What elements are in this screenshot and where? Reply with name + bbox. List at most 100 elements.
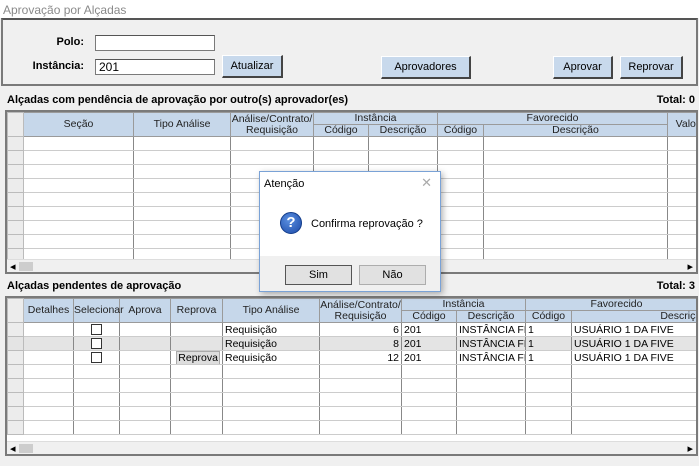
table-row[interactable]: Requisição6201INSTÂNCIA FIVE1USUÁRIO 1 D…	[7, 322, 696, 337]
close-icon[interactable]: ✕	[421, 175, 432, 191]
scroll-thumb[interactable]	[19, 444, 33, 453]
scroll-thumb[interactable]	[19, 262, 33, 271]
window-title: Aprovação por Alçadas	[3, 3, 127, 17]
table-cell	[119, 350, 171, 365]
col-aprova[interactable]: Aprova	[119, 298, 171, 323]
table-cell	[401, 378, 457, 393]
scroll-left-icon[interactable]: ◂	[10, 260, 16, 272]
table-cell	[23, 392, 74, 407]
table-cell	[23, 136, 134, 151]
table-cell	[437, 206, 484, 221]
table-cell	[401, 364, 457, 379]
polo-input[interactable]	[95, 35, 215, 51]
scroll-right-icon[interactable]: ▸	[687, 442, 693, 454]
cell-fav-desc: USUÁRIO 1 DA FIVE	[570, 322, 696, 337]
table-row[interactable]	[7, 150, 696, 165]
table-cell	[133, 150, 231, 165]
table-cell	[7, 364, 24, 379]
table-row[interactable]: ReprovaRequisição12201INSTÂNCIA FIVE1USU…	[7, 350, 696, 365]
col-secao[interactable]: Seção	[23, 112, 134, 137]
table-cell	[73, 322, 120, 337]
col-inst-desc[interactable]: Descrição	[368, 124, 438, 137]
cell-inst-codigo: 201	[401, 322, 457, 337]
col-inst-desc[interactable]: Descrição	[456, 310, 526, 323]
table-row[interactable]	[7, 378, 696, 393]
table-cell	[667, 220, 696, 235]
table-cell	[7, 192, 24, 207]
table-cell	[7, 336, 24, 351]
table-cell	[437, 220, 484, 235]
table-cell	[230, 136, 314, 151]
table-cell	[133, 164, 231, 179]
table-cell	[222, 364, 320, 379]
table-cell	[313, 136, 369, 151]
aprovadores-button[interactable]: Aprovadores	[381, 56, 471, 79]
table-cell	[456, 420, 526, 435]
scroll-right-icon[interactable]: ▸	[687, 260, 693, 272]
col-tipo[interactable]: Tipo Análise	[133, 112, 231, 137]
table-cell	[7, 234, 24, 249]
reprovar-button[interactable]: Reprovar	[620, 56, 683, 79]
col-analise[interactable]: Análise/Contrato/ Requisição	[230, 112, 314, 137]
table-row[interactable]	[7, 136, 696, 151]
instancia-input[interactable]: 201	[95, 59, 215, 75]
col-fav-codigo[interactable]: Código	[525, 310, 572, 323]
table-row[interactable]	[7, 406, 696, 421]
col-instancia: Instância	[313, 112, 438, 125]
grid2-horizontal-scrollbar[interactable]: ◂ ▸	[7, 441, 696, 454]
table-cell	[23, 420, 74, 435]
col-fav-codigo[interactable]: Código	[437, 124, 484, 137]
grid2-total: Total: 3	[656, 280, 695, 292]
table-cell	[456, 392, 526, 407]
table-cell	[319, 392, 402, 407]
table-cell	[170, 336, 223, 351]
confirm-dialog: Atenção ✕ ? Confirma reprovação ? Sim Nã…	[259, 171, 441, 292]
table-cell	[119, 336, 171, 351]
table-cell	[73, 420, 120, 435]
table-row[interactable]	[7, 420, 696, 435]
scroll-left-icon[interactable]: ◂	[10, 442, 16, 454]
table-cell	[570, 378, 696, 393]
col-inst-codigo[interactable]: Código	[401, 310, 457, 323]
table-cell	[667, 234, 696, 249]
col-fav-desc[interactable]: Descrição	[482, 124, 669, 137]
table-cell	[119, 364, 171, 379]
table-cell	[133, 234, 231, 249]
table-cell	[667, 206, 696, 221]
table-cell	[482, 178, 669, 193]
table-row[interactable]	[7, 364, 696, 379]
col-detalhes[interactable]: Detalhes	[23, 298, 74, 323]
col-fav-desc[interactable]: Descrição	[570, 310, 696, 323]
cell-tipo: Requisição	[222, 322, 320, 337]
reprova-button[interactable]: Reprova	[176, 351, 220, 364]
table-cell	[73, 336, 120, 351]
col-analise[interactable]: Análise/Contrato/ Requisição	[319, 298, 402, 323]
table-cell	[73, 364, 120, 379]
table-cell	[133, 192, 231, 207]
col-inst-codigo[interactable]: Código	[313, 124, 369, 137]
col-reprova[interactable]: Reprova	[170, 298, 223, 323]
aprovar-button[interactable]: Aprovar	[553, 56, 613, 79]
table-cell	[222, 406, 320, 421]
table-cell	[482, 192, 669, 207]
col-valor[interactable]: Valor	[667, 112, 696, 137]
table-cell	[570, 392, 696, 407]
selecionar-checkbox[interactable]	[91, 324, 102, 336]
selecionar-checkbox[interactable]	[91, 338, 102, 350]
table-row[interactable]: Requisição8201INSTÂNCIA FIVE1USUÁRIO 1 D…	[7, 336, 696, 351]
table-cell	[319, 364, 402, 379]
cell-analise: 6	[319, 322, 402, 337]
grid-pendentes[interactable]: Detalhes Selecionar Aprova Reprova Tipo Anál…	[5, 296, 698, 456]
table-cell	[667, 136, 696, 151]
selecionar-checkbox[interactable]	[91, 352, 102, 364]
table-cell	[7, 420, 24, 435]
table-cell	[7, 220, 24, 235]
col-selecionar[interactable]: Selecionar	[73, 298, 124, 323]
table-cell	[119, 378, 171, 393]
sim-button[interactable]: Sim	[285, 265, 352, 285]
col-tipo[interactable]: Tipo Análise	[222, 298, 320, 323]
table-cell	[437, 164, 484, 179]
atualizar-button[interactable]: Atualizar	[222, 55, 283, 78]
table-row[interactable]	[7, 392, 696, 407]
nao-button[interactable]: Não	[359, 265, 426, 285]
